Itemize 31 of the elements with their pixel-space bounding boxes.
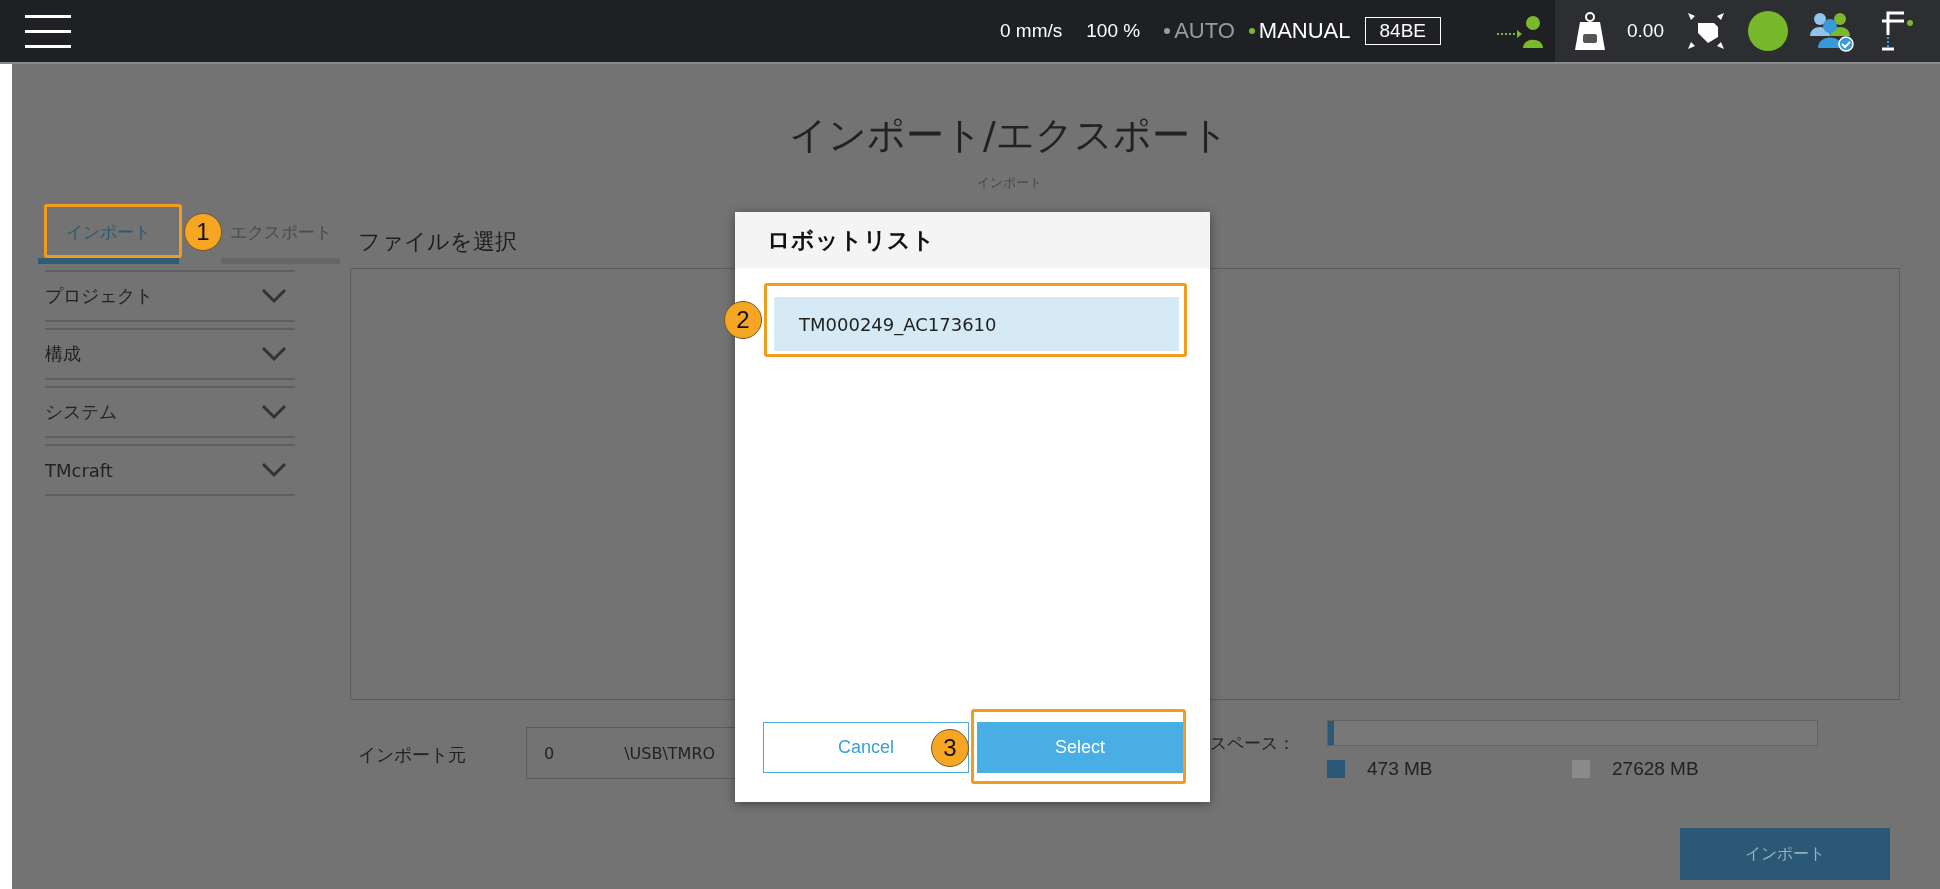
legend-text: 27628 MB xyxy=(1612,758,1700,780)
accordion-item[interactable]: プロジェクト xyxy=(45,270,295,322)
accordion-item[interactable]: 構成 xyxy=(45,328,295,380)
mode-indicator: MANUAL xyxy=(1248,18,1351,44)
payload-readout: 0.00 xyxy=(1627,20,1664,42)
mode-indicator: AUTO xyxy=(1164,18,1235,44)
legend-swatch xyxy=(1327,760,1345,778)
section-heading: ファイルを選択 xyxy=(358,228,517,256)
chevron-icon xyxy=(261,404,287,420)
accordion-item[interactable]: システム xyxy=(45,386,295,438)
chevron-icon xyxy=(261,288,287,304)
page-title: インポート/エクスポート xyxy=(788,112,1230,159)
chevron-icon xyxy=(261,346,287,362)
status-dot-icon[interactable] xyxy=(1748,11,1788,51)
storage-label: スペース： xyxy=(1210,732,1296,755)
users-icon[interactable] xyxy=(1810,10,1854,52)
speed-readout: 0 mm/s xyxy=(999,20,1063,42)
weight-icon[interactable] xyxy=(1575,12,1605,50)
code-badge: 84BE xyxy=(1364,17,1441,45)
dialog-title: ロボットリスト xyxy=(767,225,935,255)
select-button[interactable]: Select xyxy=(977,722,1183,773)
field-label: インポート元 xyxy=(357,743,467,767)
robot-icon[interactable] xyxy=(1686,11,1726,51)
input-field[interactable]: 0 \USB\TMRO xyxy=(526,727,735,779)
import-button[interactable]: インポート xyxy=(1680,828,1890,880)
legend-text: 473 MB xyxy=(1367,758,1434,780)
chevron-icon xyxy=(261,462,287,478)
person-icon[interactable] xyxy=(1497,14,1543,48)
menu-icon[interactable] xyxy=(25,13,71,49)
percent-readout: 100 % xyxy=(1086,20,1141,42)
accordion-item[interactable]: TMcraft xyxy=(45,444,295,496)
